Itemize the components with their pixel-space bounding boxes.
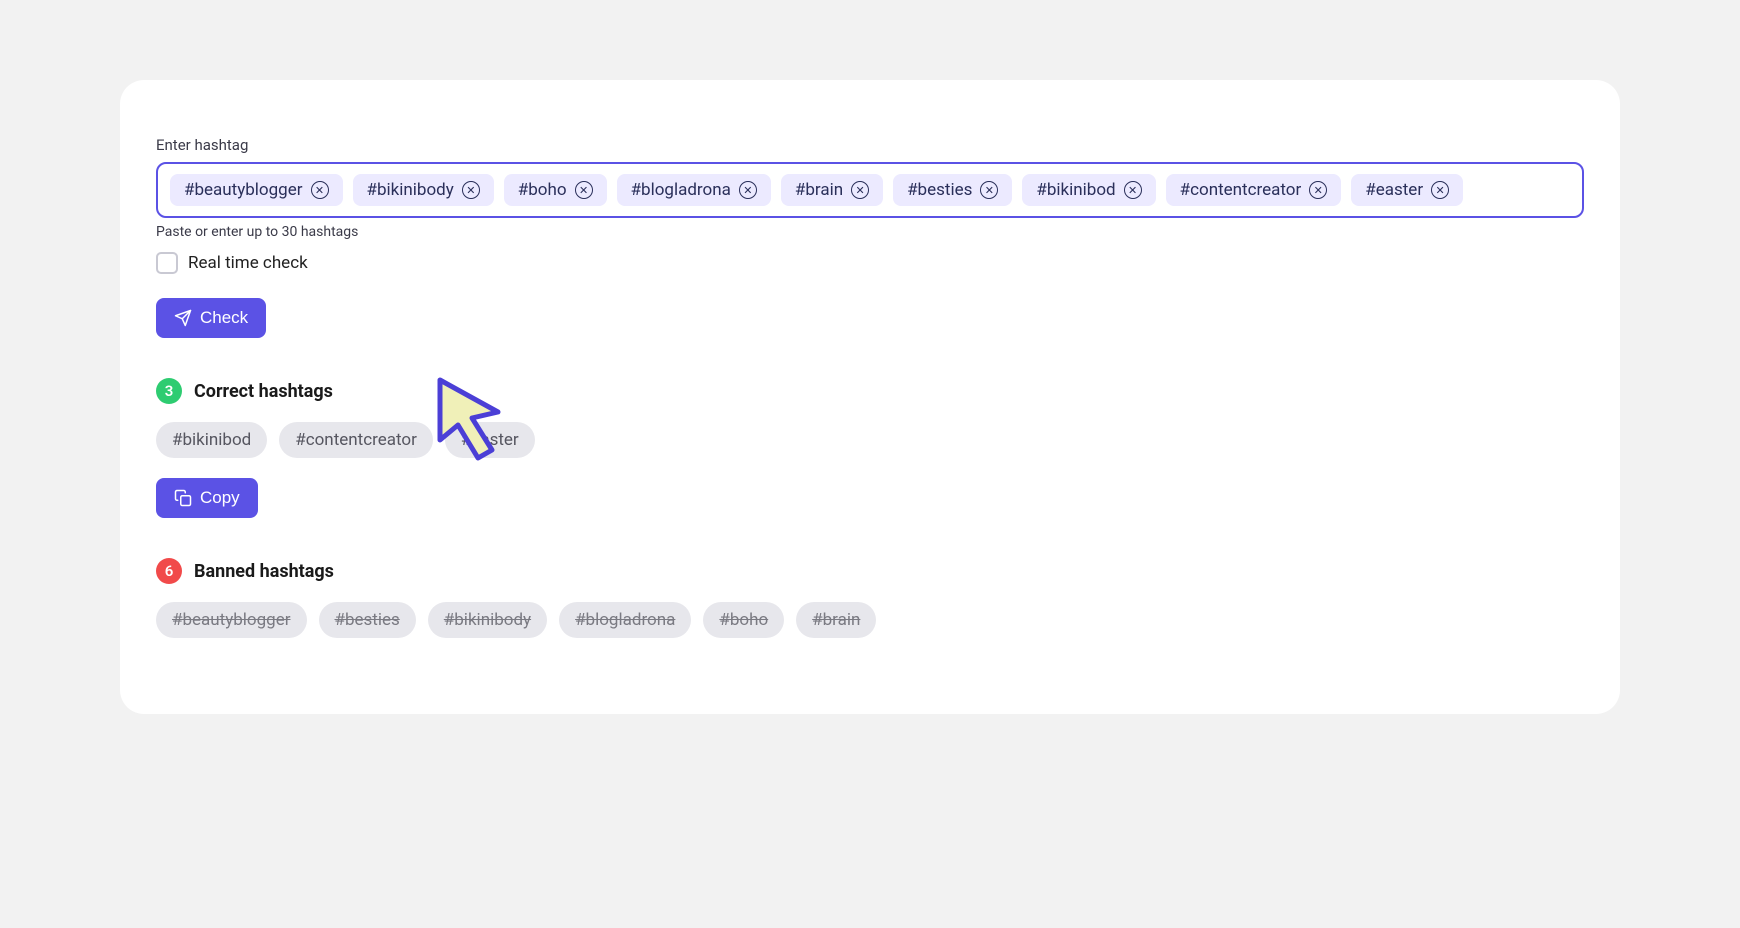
banned-section-header: 6 Banned hashtags	[156, 558, 1584, 584]
hashtag-tag: #boho ✕	[504, 174, 607, 206]
hashtag-tag: #beautyblogger ✕	[170, 174, 343, 206]
hashtag-checker-card: Enter hashtag #beautyblogger✕#bikinibody…	[120, 80, 1620, 714]
hashtag-tag: #bikinibody ✕	[353, 174, 494, 206]
correct-hashtags-row: #bikinibod #contentcreator #easter	[156, 422, 1584, 458]
correct-count-badge: 3	[156, 378, 182, 404]
hashtag-tag: #blogladrona ✕	[617, 174, 771, 206]
remove-tag-icon[interactable]: ✕	[311, 181, 329, 199]
hashtag-tag: #bikinibod ✕	[1022, 174, 1155, 206]
realtime-checkbox[interactable]	[156, 252, 178, 274]
remove-tag-icon[interactable]: ✕	[1309, 181, 1327, 199]
banned-hashtag-pill: #blogladrona	[559, 602, 691, 638]
hashtag-tag-text: #bikinibody	[367, 180, 454, 200]
remove-tag-icon[interactable]: ✕	[1431, 181, 1449, 199]
hashtag-tag: #brain ✕	[781, 174, 883, 206]
realtime-checkbox-label: Real time check	[188, 253, 308, 273]
hashtag-tag: #easter ✕	[1351, 174, 1463, 206]
copy-button-label: Copy	[200, 488, 240, 508]
remove-tag-icon[interactable]: ✕	[462, 181, 480, 199]
hashtag-tag-text: #blogladrona	[631, 180, 731, 200]
check-button[interactable]: Check	[156, 298, 266, 338]
correct-section-header: 3 Correct hashtags	[156, 378, 1584, 404]
banned-hashtag-pill: #beautyblogger	[156, 602, 307, 638]
correct-section-title: Correct hashtags	[194, 381, 333, 402]
banned-hashtag-pill: #boho	[703, 602, 784, 638]
correct-hashtag-pill: #easter	[445, 422, 535, 458]
remove-tag-icon[interactable]: ✕	[575, 181, 593, 199]
hashtag-input-field[interactable]: #beautyblogger✕#bikinibody✕#boho✕#blogla…	[156, 162, 1584, 218]
remove-tag-icon[interactable]: ✕	[980, 181, 998, 199]
hashtag-tag-text: #contentcreator	[1180, 180, 1302, 200]
hashtag-tag-text: #easter	[1365, 180, 1423, 200]
copy-icon	[174, 489, 192, 507]
hashtag-tag-text: #brain	[795, 180, 843, 200]
banned-hashtag-pill: #besties	[319, 602, 416, 638]
hashtag-tag-text: #boho	[518, 180, 567, 200]
remove-tag-icon[interactable]: ✕	[1124, 181, 1142, 199]
banned-count-badge: 6	[156, 558, 182, 584]
check-button-label: Check	[200, 308, 248, 328]
remove-tag-icon[interactable]: ✕	[739, 181, 757, 199]
correct-hashtag-pill: #contentcreator	[279, 422, 433, 458]
realtime-check-row: Real time check	[156, 252, 1584, 274]
banned-hashtag-pill: #brain	[796, 602, 876, 638]
hashtag-tag-text: #bikinibod	[1036, 180, 1115, 200]
banned-hashtags-row: #beautyblogger #besties #bikinibody #blogla…	[156, 602, 1584, 638]
hashtag-tag: #besties ✕	[893, 174, 1012, 206]
input-label: Enter hashtag	[156, 136, 1584, 154]
remove-tag-icon[interactable]: ✕	[851, 181, 869, 199]
send-icon	[174, 309, 192, 327]
hashtag-tag-text: #beautyblogger	[184, 180, 303, 200]
hashtag-tag: #contentcreator ✕	[1166, 174, 1342, 206]
correct-hashtag-pill: #bikinibod	[156, 422, 267, 458]
banned-section-title: Banned hashtags	[194, 561, 334, 582]
copy-button[interactable]: Copy	[156, 478, 258, 518]
hashtag-tag-text: #besties	[907, 180, 972, 200]
input-helper: Paste or enter up to 30 hashtags	[156, 224, 1584, 240]
banned-hashtag-pill: #bikinibody	[428, 602, 547, 638]
